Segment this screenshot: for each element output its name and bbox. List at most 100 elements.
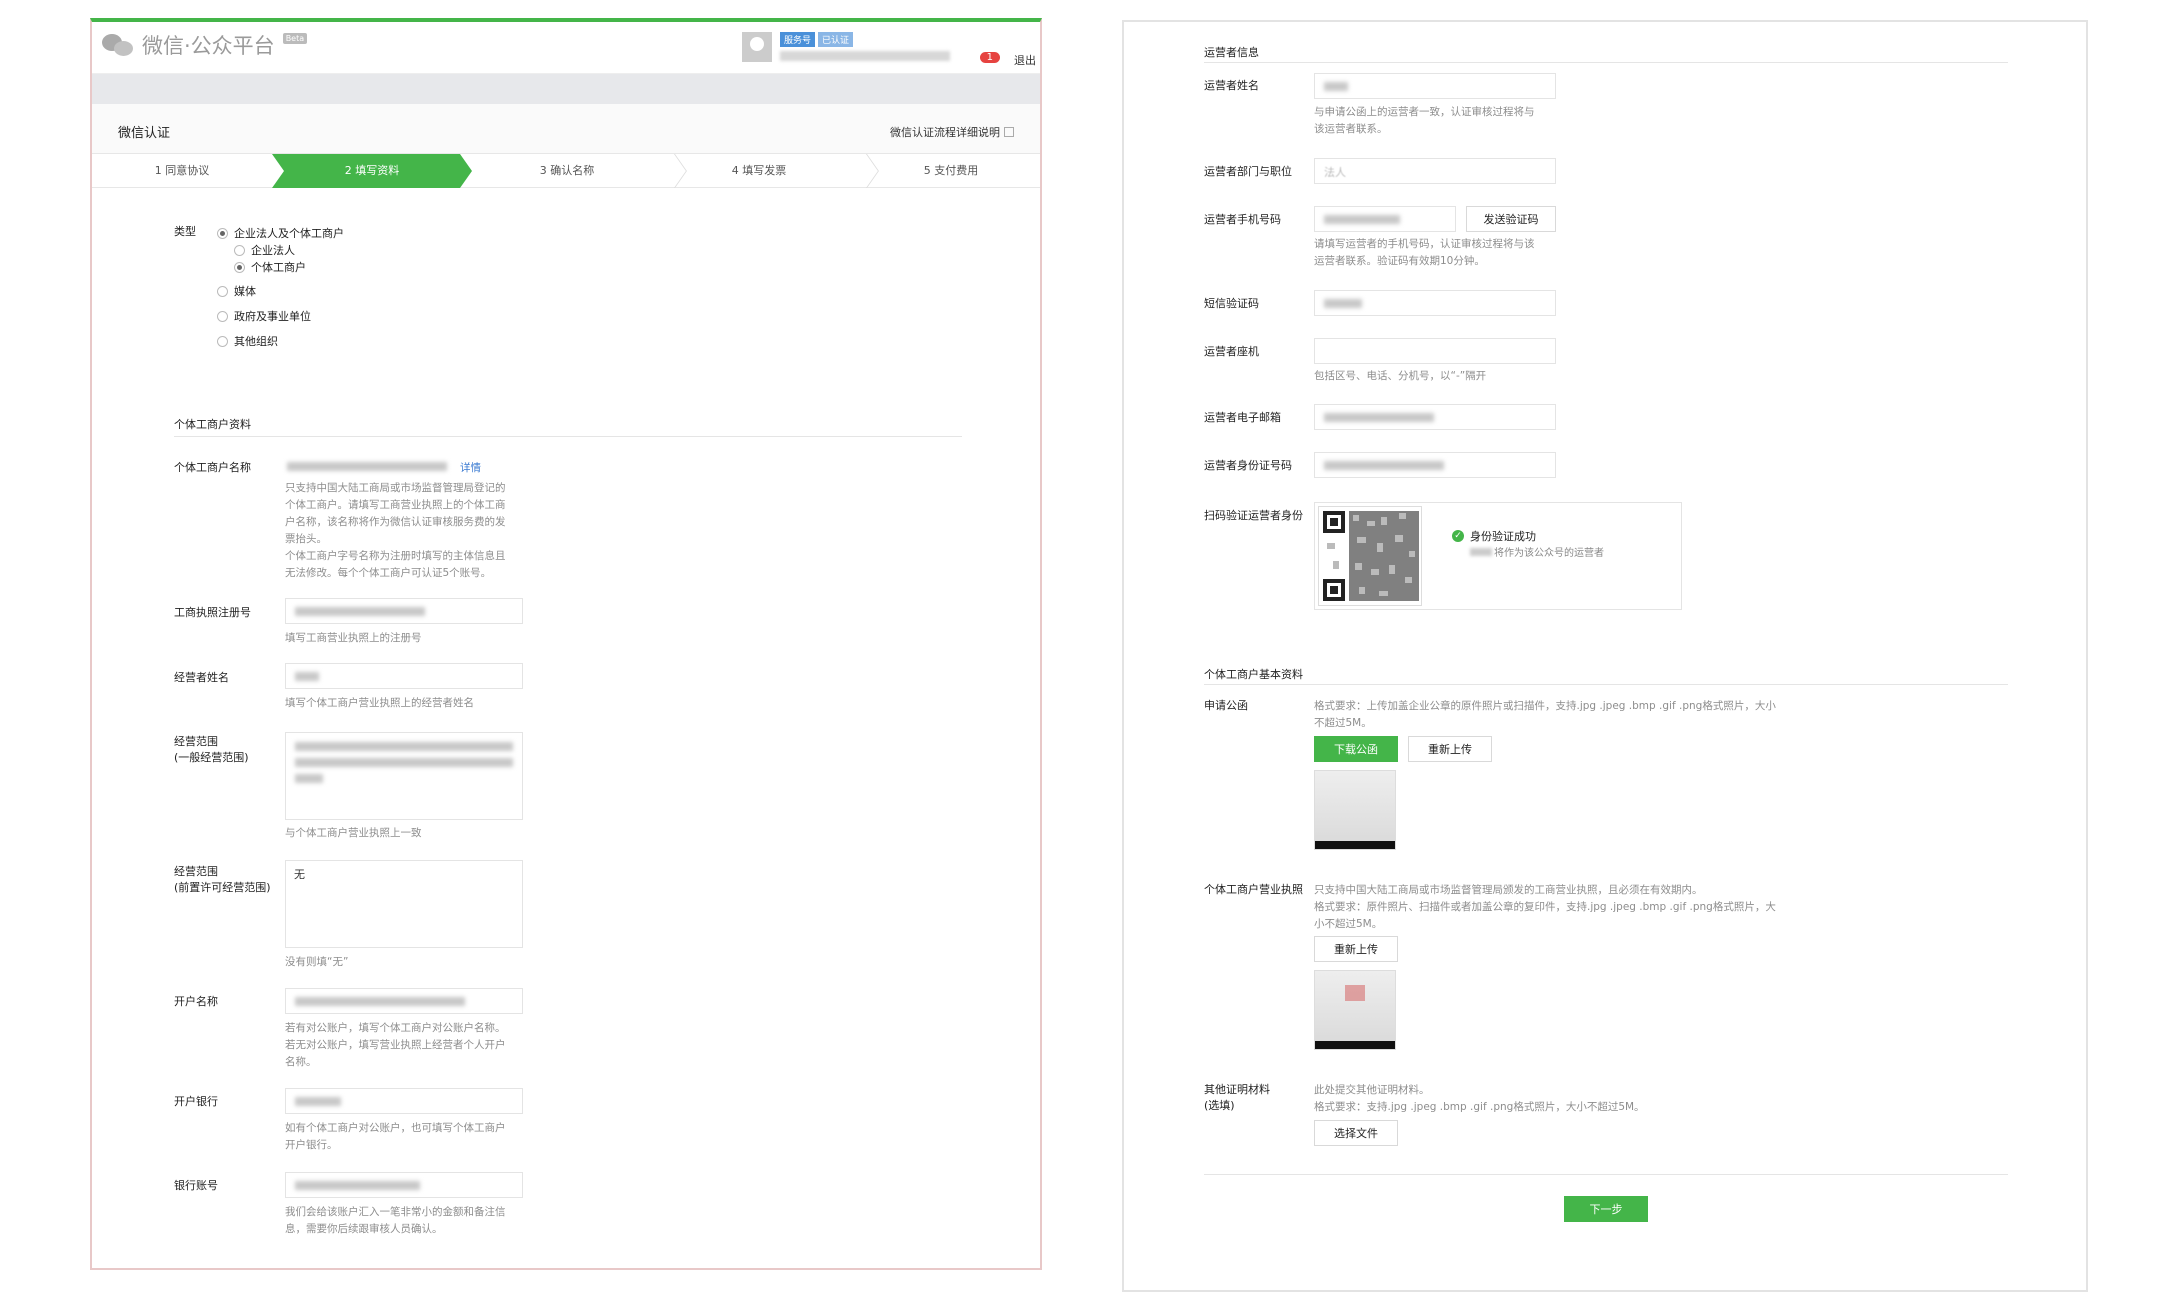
divider xyxy=(174,436,962,437)
operator-name-hint: 填写个体工商户营业执照上的经营者姓名 xyxy=(285,697,474,709)
right-screenshot-panel: 运营者信息 运营者姓名 与申请公函上的运营者一致，认证审核过程将与 该运营者联系。… xyxy=(1122,20,2088,1292)
op-phone-label: 运营者手机号码 xyxy=(1204,213,1281,226)
qr-code-icon xyxy=(1321,509,1421,605)
radio-enterprise-individual[interactable]: 企业法人及个体工商户 xyxy=(217,225,344,241)
bank-value-blurred xyxy=(295,1097,341,1106)
radio-government[interactable]: 政府及事业单位 xyxy=(217,308,311,324)
op-name-label: 运营者姓名 xyxy=(1204,79,1259,92)
type-label: 类型 xyxy=(174,225,196,238)
divider xyxy=(1204,684,2008,685)
op-dept-input[interactable] xyxy=(1314,158,1556,184)
radio-label: 个体工商户 xyxy=(251,261,306,274)
other-docs-label: 其他证明材料 (选填) xyxy=(1204,1083,1270,1112)
radio-other-org[interactable]: 其他组织 xyxy=(217,333,278,349)
reg-number-value-blurred xyxy=(295,607,425,616)
qr-code xyxy=(1318,506,1422,606)
step-2-active: 2 填写资料 xyxy=(272,154,472,188)
help-icon xyxy=(1004,127,1014,137)
check-icon: ✓ xyxy=(1452,530,1464,542)
op-name-input[interactable] xyxy=(1314,73,1556,99)
verified-tag: 已认证 xyxy=(818,32,854,47)
operator-section-title: 运营者信息 xyxy=(1204,46,1259,59)
scope-value-blurred xyxy=(295,742,513,751)
radio-dot xyxy=(234,261,245,273)
radio-dot xyxy=(217,227,228,239)
radio-label: 媒体 xyxy=(234,285,256,298)
landline-input[interactable] xyxy=(1314,338,1556,364)
choose-file-button[interactable]: 选择文件 xyxy=(1314,1120,1398,1146)
send-code-button[interactable]: 发送验证码 xyxy=(1466,206,1556,232)
op-name-value-blurred xyxy=(1324,82,1348,91)
reupload-letter-button[interactable]: 重新上传 xyxy=(1408,736,1492,762)
operator-name-value-blurred xyxy=(295,672,319,681)
thumb-bar xyxy=(1315,1041,1395,1049)
step-1: 1 同意协议 xyxy=(154,164,210,177)
basic-info-section-title: 个体工商户基本资料 xyxy=(1204,668,1303,681)
op-phone-value-blurred xyxy=(1324,215,1400,224)
radio-dot xyxy=(217,285,228,297)
other-docs-hint: 此处提交其他证明材料。 格式要求：支持.jpg .jpeg .bmp .gif .… xyxy=(1314,1084,1645,1113)
next-step-button[interactable]: 下一步 xyxy=(1564,1196,1648,1222)
user-info: 服务号 已认证 xyxy=(742,32,950,62)
biz-name-value-blurred xyxy=(287,462,447,471)
logo-text: 微信·公众平台 xyxy=(142,34,275,58)
account-name-value-blurred xyxy=(295,997,465,1006)
landline-hint: 包括区号、电话、分机号，以“-”隔开 xyxy=(1314,370,1487,382)
scope-licensed-textarea[interactable] xyxy=(285,860,523,948)
letter-label: 申请公函 xyxy=(1204,699,1248,712)
reg-number-hint: 填写工商营业执照上的注册号 xyxy=(285,632,422,644)
thumb-bar xyxy=(1315,841,1395,849)
bank-account-hint: 我们会给该账户汇入一笔非常小的金额和备注信 息，需要你后续跟审核人员确认。 xyxy=(285,1206,506,1235)
process-link[interactable]: 微信认证流程详细说明 xyxy=(890,124,1014,140)
bank-hint: 如有个体工商户对公账户，也可填写个体工商户 开户银行。 xyxy=(285,1122,506,1151)
verify-subtext: 将作为该公众号的运营者 xyxy=(1470,544,1604,559)
account-name-label: 开户名称 xyxy=(174,995,218,1008)
radio-individual[interactable]: 个体工商户 xyxy=(234,259,306,275)
notification-badge[interactable]: 1 xyxy=(979,52,1000,63)
wechat-logo[interactable]: 微信·公众平台 Beta xyxy=(102,30,308,60)
details-link[interactable]: 详情 xyxy=(460,460,481,475)
radio-label: 其他组织 xyxy=(234,335,278,348)
bank-account-label: 银行账号 xyxy=(174,1179,218,1192)
landline-label: 运营者座机 xyxy=(1204,345,1259,358)
verify-success-text: 身份验证成功 xyxy=(1470,530,1536,543)
step-progress: 1 同意协议 2 填写资料 3 确认名称 4 填写发票 5 支付费用 xyxy=(92,154,1040,188)
op-phone-hint: 请填写运营者的手机号码，认证审核过程将与该 运营者联系。验证码有效期10分钟。 xyxy=(1314,238,1535,267)
radio-enterprise[interactable]: 企业法人 xyxy=(234,242,295,258)
account-name-blurred xyxy=(780,51,950,61)
id-number-value-blurred xyxy=(1324,461,1444,470)
reupload-license-button[interactable]: 重新上传 xyxy=(1314,936,1398,962)
section-title: 个体工商户资料 xyxy=(174,418,251,431)
license-hint: 只支持中国大陆工商局或市场监督管理局颁发的工商营业执照，且必须在有效期内。 格式要… xyxy=(1314,884,1776,930)
license-thumbnail[interactable] xyxy=(1314,970,1396,1050)
stamp-blur xyxy=(1345,985,1365,1001)
avatar[interactable] xyxy=(742,32,772,62)
reg-number-label: 工商执照注册号 xyxy=(174,606,251,619)
logout-link[interactable]: 退出 xyxy=(1014,52,1036,68)
biz-name-hint: 只支持中国大陆工商局或市场监督管理局登记的 个体工商户。请填写工商营业执照上的个体… xyxy=(285,482,506,579)
divider xyxy=(1204,62,2008,63)
radio-dot xyxy=(217,310,228,322)
radio-dot xyxy=(234,244,245,256)
id-number-label: 运营者身份证号码 xyxy=(1204,459,1292,472)
download-letter-button[interactable]: 下载公函 xyxy=(1314,736,1398,762)
scan-verify-label: 扫码验证运营者身份 xyxy=(1204,509,1303,522)
scope-licensed-value: 无 xyxy=(294,868,305,881)
radio-label: 企业法人及个体工商户 xyxy=(234,227,344,240)
op-dept-label: 运营者部门与职位 xyxy=(1204,165,1292,178)
op-dept-value: 法人 xyxy=(1324,166,1346,179)
service-account-tag: 服务号 xyxy=(780,32,816,47)
scope-value-blurred xyxy=(295,758,513,767)
biz-name-label: 个体工商户名称 xyxy=(174,461,251,474)
operator-name-input[interactable] xyxy=(285,663,523,689)
letter-hint: 格式要求：上传加盖企业公章的原件照片或扫描件，支持.jpg .jpeg .bmp… xyxy=(1314,700,1776,729)
license-label: 个体工商户营业执照 xyxy=(1204,883,1303,896)
beta-badge: Beta xyxy=(282,32,308,44)
step-5: 5 支付费用 xyxy=(923,164,979,177)
scope-licensed-label: 经营范围 (前置许可经营范围) xyxy=(174,865,271,894)
scope-value-blurred xyxy=(295,774,323,783)
radio-label: 企业法人 xyxy=(251,244,295,257)
radio-media[interactable]: 媒体 xyxy=(217,283,256,299)
radio-label: 政府及事业单位 xyxy=(234,310,311,323)
letter-thumbnail[interactable] xyxy=(1314,770,1396,850)
